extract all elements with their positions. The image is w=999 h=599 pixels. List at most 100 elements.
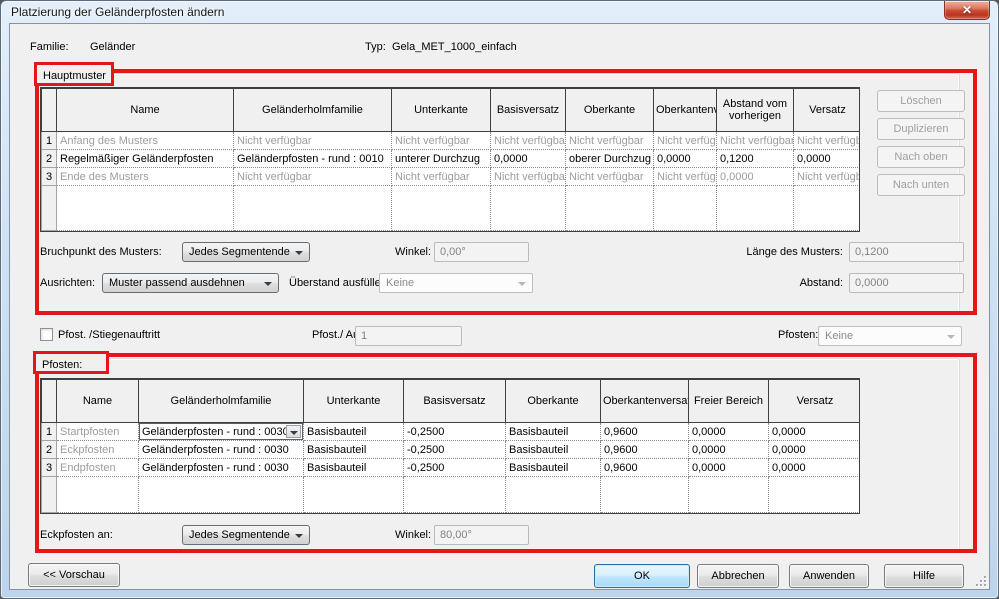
chevron-down-icon[interactable] <box>286 425 301 438</box>
cell[interactable]: Anfang des Musters <box>57 132 234 150</box>
cell[interactable]: Nicht verfügbar <box>566 168 654 186</box>
col-header-name: Name <box>57 89 234 132</box>
cell[interactable]: 0,0000 <box>689 423 769 441</box>
dialog-content: Familie: Geländer Typ: Gela_MET_1000_ein… <box>9 23 990 590</box>
cell[interactable]: Basisbauteil <box>506 459 601 477</box>
col-header-abstand: Abstand vom vorherigen <box>717 89 794 132</box>
col-header-unterkante: Unterkante <box>304 380 404 423</box>
hauptmuster-header-row: Name Geländerholmfamilie Unterkante Basi… <box>42 89 861 132</box>
pfosten-header-row: Name Geländerholmfamilie Unterkante Basi… <box>42 380 861 423</box>
cell[interactable]: Nicht verfügbar <box>392 132 491 150</box>
abstand-input: 0,0000 <box>849 273 964 293</box>
stiegenauftritt-checkbox[interactable] <box>40 328 53 341</box>
cell[interactable]: Basisbauteil <box>506 423 601 441</box>
stiegenauftritt-checkbox-label: Pfost. /Stiegenauftritt <box>58 329 160 342</box>
vorschau-button[interactable]: << Vorschau <box>28 563 120 587</box>
abbrechen-button[interactable]: Abbrechen <box>697 564 779 588</box>
cell[interactable]: -0,2500 <box>404 441 506 459</box>
cell[interactable]: Nicht verfügbar <box>654 132 717 150</box>
cell[interactable]: Nicht verfügbar <box>566 132 654 150</box>
cell[interactable]: Basisbauteil <box>304 423 404 441</box>
cell[interactable]: Nicht verfügbar <box>491 168 566 186</box>
pfosten-group-label: Pfosten: <box>42 359 82 371</box>
cell[interactable]: 0,0000 <box>769 459 861 477</box>
hauptmuster-group-label: Hauptmuster <box>43 70 106 82</box>
familie-label: Familie: <box>30 41 69 54</box>
cell[interactable]: Nicht verfügbar <box>794 132 861 150</box>
typ-value: Gela_MET_1000_einfach <box>392 41 517 54</box>
cell[interactable]: Nicht verfügbar <box>234 132 392 150</box>
cell[interactable]: 0,9600 <box>601 459 689 477</box>
hauptmuster-table: Name Geländerholmfamilie Unterkante Basi… <box>40 87 860 232</box>
ok-button[interactable]: OK <box>594 564 690 588</box>
resize-grip[interactable] <box>974 574 986 586</box>
cell[interactable]: 0,0000 <box>794 150 861 168</box>
col-header-versatz: Versatz <box>794 89 861 132</box>
col-header-name: Name <box>57 380 139 423</box>
cell[interactable]: Endpfosten <box>57 459 139 477</box>
col-header-oberkantenversatz: Oberkantenversatz <box>601 380 689 423</box>
hauptmuster-row-1: 1 Anfang des Musters Nicht verfügbar Nic… <box>42 132 861 150</box>
chevron-down-icon <box>947 335 955 339</box>
col-header-oberkantenversatz: Oberkantenversatz <box>654 89 717 132</box>
col-header-basisversatz: Basisversatz <box>404 380 506 423</box>
cell[interactable]: Nicht verfügbar <box>491 132 566 150</box>
col-header-holmfamilie: Geländerholmfamilie <box>139 380 304 423</box>
chevron-down-icon <box>295 534 303 538</box>
col-header-num <box>42 89 57 132</box>
cell[interactable]: 0,0000 <box>769 423 861 441</box>
cell[interactable]: Geländerpfosten - rund : 0010 <box>234 150 392 168</box>
cell[interactable]: 0,0000 <box>491 150 566 168</box>
window-title: Platzierung der Geländerpfosten ändern <box>11 5 224 19</box>
chevron-down-icon <box>295 251 303 255</box>
cell[interactable]: Basisbauteil <box>506 441 601 459</box>
cell[interactable]: -0,2500 <box>404 459 506 477</box>
cell[interactable]: Eckpfosten <box>57 441 139 459</box>
cell[interactable]: Nicht verfügbar <box>717 132 794 150</box>
pfosten-empty-area <box>42 477 861 513</box>
pfosten-annotation-label-box: Pfosten: <box>33 351 109 374</box>
cell[interactable]: -0,2500 <box>404 423 506 441</box>
cell[interactable]: Geländerpfosten - rund : 0030 <box>139 459 304 477</box>
anwenden-button[interactable]: Anwenden <box>789 564 869 588</box>
hauptmuster-annotation-label-box: Hauptmuster <box>34 62 114 86</box>
hilfe-button[interactable]: Hilfe <box>884 564 964 588</box>
duplizieren-button: Duplizieren <box>877 118 965 140</box>
cell[interactable]: Geländerpfosten - rund : 0030 <box>139 441 304 459</box>
col-header-versatz: Versatz <box>769 380 861 423</box>
winkel-input: 0,00° <box>434 242 529 262</box>
title-bar[interactable]: Platzierung der Geländerpfosten ändern ✕ <box>1 1 998 23</box>
cell[interactable]: Regelmäßiger Geländerpfosten <box>57 150 234 168</box>
pfosten-row-2: 2 Eckpfosten Geländerpfosten - rund : 00… <box>42 441 861 459</box>
cell[interactable]: Nicht verfügbar <box>654 168 717 186</box>
ausrichten-combobox[interactable]: Muster passend ausdehnen <box>102 273 279 293</box>
col-header-unterkante: Unterkante <box>392 89 491 132</box>
cell[interactable]: 0,0000 <box>717 168 794 186</box>
familie-value: Geländer <box>90 41 135 54</box>
screenshot: Platzierung der Geländerpfosten ändern ✕… <box>0 0 999 599</box>
col-header-num <box>42 380 57 423</box>
eckpfosten-combobox[interactable]: Jedes Segmentende <box>182 525 310 545</box>
cell[interactable]: unterer Durchzug <box>392 150 491 168</box>
cell[interactable]: 0,1200 <box>717 150 794 168</box>
close-button[interactable]: ✕ <box>944 1 990 20</box>
cell[interactable]: Nicht verfügbar <box>392 168 491 186</box>
cell[interactable]: Basisbauteil <box>304 459 404 477</box>
cell[interactable]: Ende des Musters <box>57 168 234 186</box>
cell-combobox[interactable]: Geländerpfosten - rund : 0030 <box>139 423 304 441</box>
bruchpunkt-combobox[interactable]: Jedes Segmentende <box>182 242 310 262</box>
cell[interactable]: 0,0000 <box>769 441 861 459</box>
winkel2-input: 80,00° <box>434 525 529 545</box>
cell[interactable]: Basisbauteil <box>304 441 404 459</box>
cell[interactable]: 0,9600 <box>601 441 689 459</box>
cell[interactable]: 0,0000 <box>689 441 769 459</box>
cell[interactable]: 0,0000 <box>689 459 769 477</box>
chevron-down-icon <box>264 282 272 286</box>
cell[interactable]: Startpfosten <box>57 423 139 441</box>
cell[interactable]: oberer Durchzug <box>566 150 654 168</box>
dialog-window: Platzierung der Geländerpfosten ändern ✕… <box>0 0 999 599</box>
cell[interactable]: Nicht verfügbar <box>234 168 392 186</box>
cell[interactable]: 0,9600 <box>601 423 689 441</box>
cell[interactable]: Nicht verfügbar <box>794 168 861 186</box>
cell[interactable]: 0,0000 <box>654 150 717 168</box>
